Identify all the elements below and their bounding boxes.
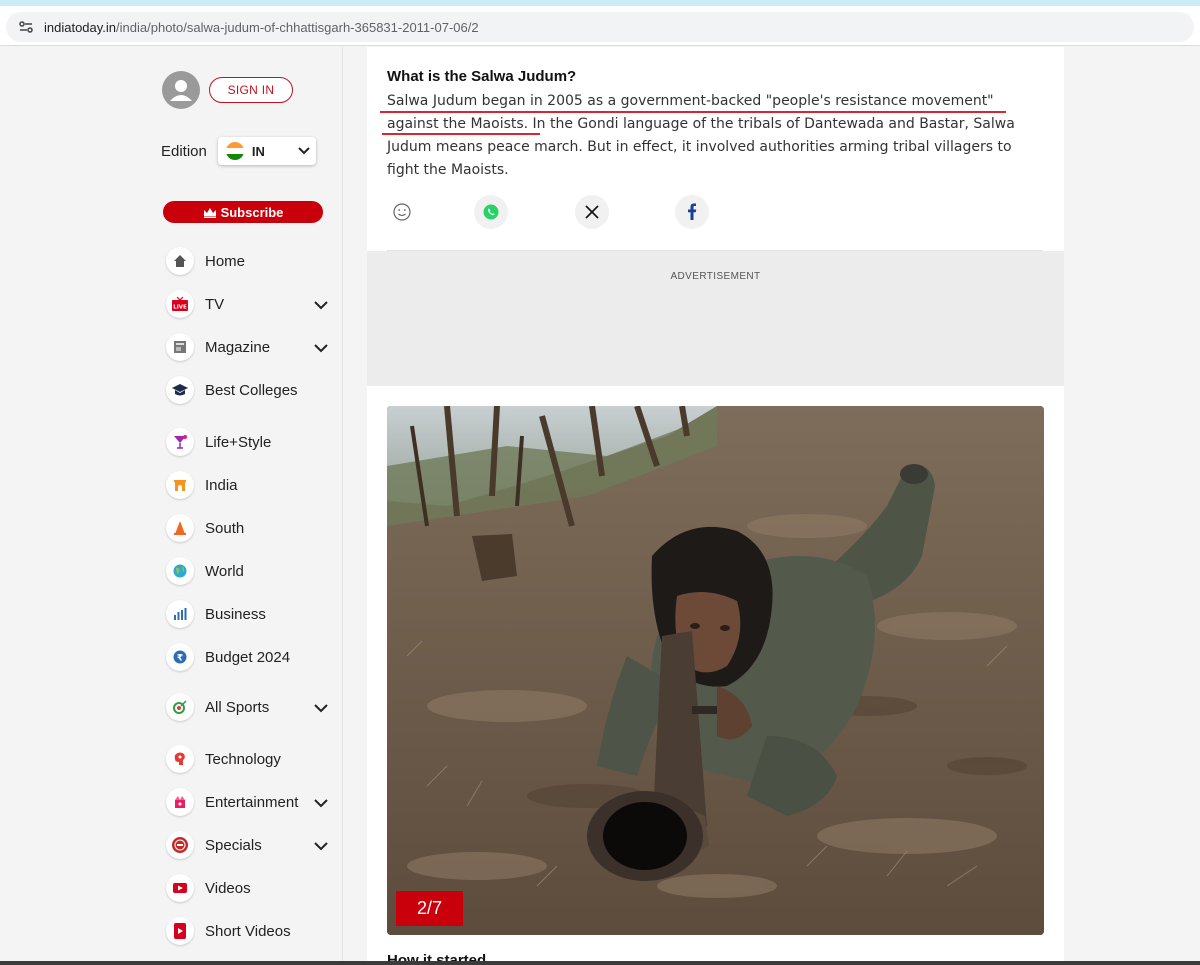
nav-item-home[interactable]: Home xyxy=(166,246,336,276)
chevron-down-icon[interactable] xyxy=(314,340,328,358)
subscribe-label: Subscribe xyxy=(220,204,284,220)
globe-icon xyxy=(166,557,194,585)
article-photo[interactable]: 2/7 xyxy=(387,406,1044,935)
nav-item-tv[interactable]: LIVE TV xyxy=(166,289,336,319)
nav-item-business[interactable]: Business xyxy=(166,599,336,629)
sidebar: SIGN IN Edition IN Subscribe Home LIVE T… xyxy=(0,47,343,965)
sign-in-button[interactable]: SIGN IN xyxy=(209,77,293,103)
specials-badge-icon xyxy=(166,831,194,859)
url-field[interactable]: indiatoday.in/india/photo/salwa-judum-of… xyxy=(6,12,1194,42)
nav-item-videos[interactable]: Videos xyxy=(166,873,336,903)
photo-counter-badge: 2/7 xyxy=(396,891,463,926)
india-flag-icon xyxy=(225,142,244,160)
url-path: /india/photo/salwa-judum-of-chhattisgarh… xyxy=(116,19,479,35)
nav-label: Best Colleges xyxy=(205,381,298,399)
chevron-down-icon[interactable] xyxy=(314,297,328,315)
crown-icon xyxy=(203,207,216,218)
live-tv-icon: LIVE xyxy=(166,290,194,318)
nav-label: Home xyxy=(205,252,246,270)
nav-label: Technology xyxy=(205,750,281,768)
subscribe-button[interactable]: Subscribe xyxy=(163,201,323,223)
red-underline-annotation xyxy=(380,111,1006,113)
india-gate-icon xyxy=(166,471,194,499)
facebook-share-icon[interactable] xyxy=(675,195,709,229)
advertisement-block[interactable]: ADVERTISEMENT xyxy=(367,251,1064,386)
home-icon xyxy=(166,247,194,275)
magazine-icon xyxy=(166,333,194,361)
nav-item-specials[interactable]: Specials xyxy=(166,830,336,860)
nav-label: Entertainment xyxy=(205,793,299,811)
entertainment-icon xyxy=(166,788,194,816)
temple-icon xyxy=(166,514,194,542)
nav-label: Specials xyxy=(205,836,262,854)
chevron-down-icon[interactable] xyxy=(314,838,328,856)
nav-label: Business xyxy=(205,605,266,623)
nav-item-budget-2024[interactable]: ₹ Budget 2024 xyxy=(166,642,336,672)
nav-label: World xyxy=(205,562,244,580)
rupee-coin-icon: ₹ xyxy=(166,643,194,671)
nav-label: India xyxy=(205,476,238,494)
article-main: What is the Salwa Judum? Salwa Judum beg… xyxy=(367,47,1064,965)
edition-row: Edition IN xyxy=(161,137,316,165)
nav-item-life-style[interactable]: Life+Style xyxy=(166,427,336,457)
url-text: indiatoday.in/india/photo/salwa-judum-of… xyxy=(44,20,479,35)
nav-item-south[interactable]: South xyxy=(166,513,336,543)
advertisement-label: ADVERTISEMENT xyxy=(670,271,761,282)
red-underline-annotation xyxy=(382,133,540,135)
mobile-video-icon xyxy=(166,917,194,945)
nav-label: Budget 2024 xyxy=(205,648,291,666)
nav-item-magazine[interactable]: Magazine xyxy=(166,332,336,362)
nav-item-world[interactable]: World xyxy=(166,556,336,586)
chevron-down-icon[interactable] xyxy=(314,700,328,718)
x-twitter-share-icon[interactable] xyxy=(575,195,609,229)
svg-text:LIVE: LIVE xyxy=(173,305,187,311)
svg-text:₹: ₹ xyxy=(177,654,183,664)
share-row xyxy=(385,195,715,229)
url-domain: indiatoday.in xyxy=(44,19,117,35)
browser-address-bar: indiatoday.in/india/photo/salwa-judum-of… xyxy=(0,6,1200,46)
cocktail-icon xyxy=(166,428,194,456)
section-question-heading: What is the Salwa Judum? xyxy=(387,68,577,85)
edition-label: Edition xyxy=(161,142,207,160)
reaction-smiley-icon[interactable] xyxy=(385,195,419,229)
nav-item-all-sports[interactable]: All Sports xyxy=(166,692,336,722)
nav-label: TV xyxy=(205,295,225,313)
graduation-cap-icon xyxy=(166,376,194,404)
nav-label: Life+Style xyxy=(205,433,272,451)
nav-item-best-colleges[interactable]: Best Colleges xyxy=(166,375,336,405)
chevron-down-icon xyxy=(298,142,310,160)
nav-label: Short Videos xyxy=(205,922,291,940)
nav-item-india[interactable]: India xyxy=(166,470,336,500)
article-paragraph: Salwa Judum began in 2005 as a governmen… xyxy=(387,93,1015,178)
nav-label: Magazine xyxy=(205,338,271,356)
nav-item-technology[interactable]: Technology xyxy=(166,744,336,774)
nav-label: Videos xyxy=(205,879,251,897)
user-avatar-icon[interactable] xyxy=(162,71,200,109)
edition-value: IN xyxy=(251,143,265,159)
photo-illustration xyxy=(387,406,1044,935)
chevron-down-icon[interactable] xyxy=(314,795,328,813)
sports-icon xyxy=(166,693,194,721)
edition-select[interactable]: IN xyxy=(217,137,316,165)
brain-chip-icon xyxy=(166,745,194,773)
nav-item-short-videos[interactable]: Short Videos xyxy=(166,916,336,946)
user-row: SIGN IN xyxy=(162,71,293,109)
whatsapp-share-icon[interactable] xyxy=(474,195,508,229)
bottom-bar xyxy=(0,961,1200,965)
video-play-icon xyxy=(166,874,194,902)
nav-label: South xyxy=(205,519,245,537)
nav-label: All Sports xyxy=(205,698,270,716)
bar-chart-icon xyxy=(166,600,194,628)
site-settings-icon[interactable] xyxy=(16,17,36,37)
nav-item-entertainment[interactable]: Entertainment xyxy=(166,787,336,817)
